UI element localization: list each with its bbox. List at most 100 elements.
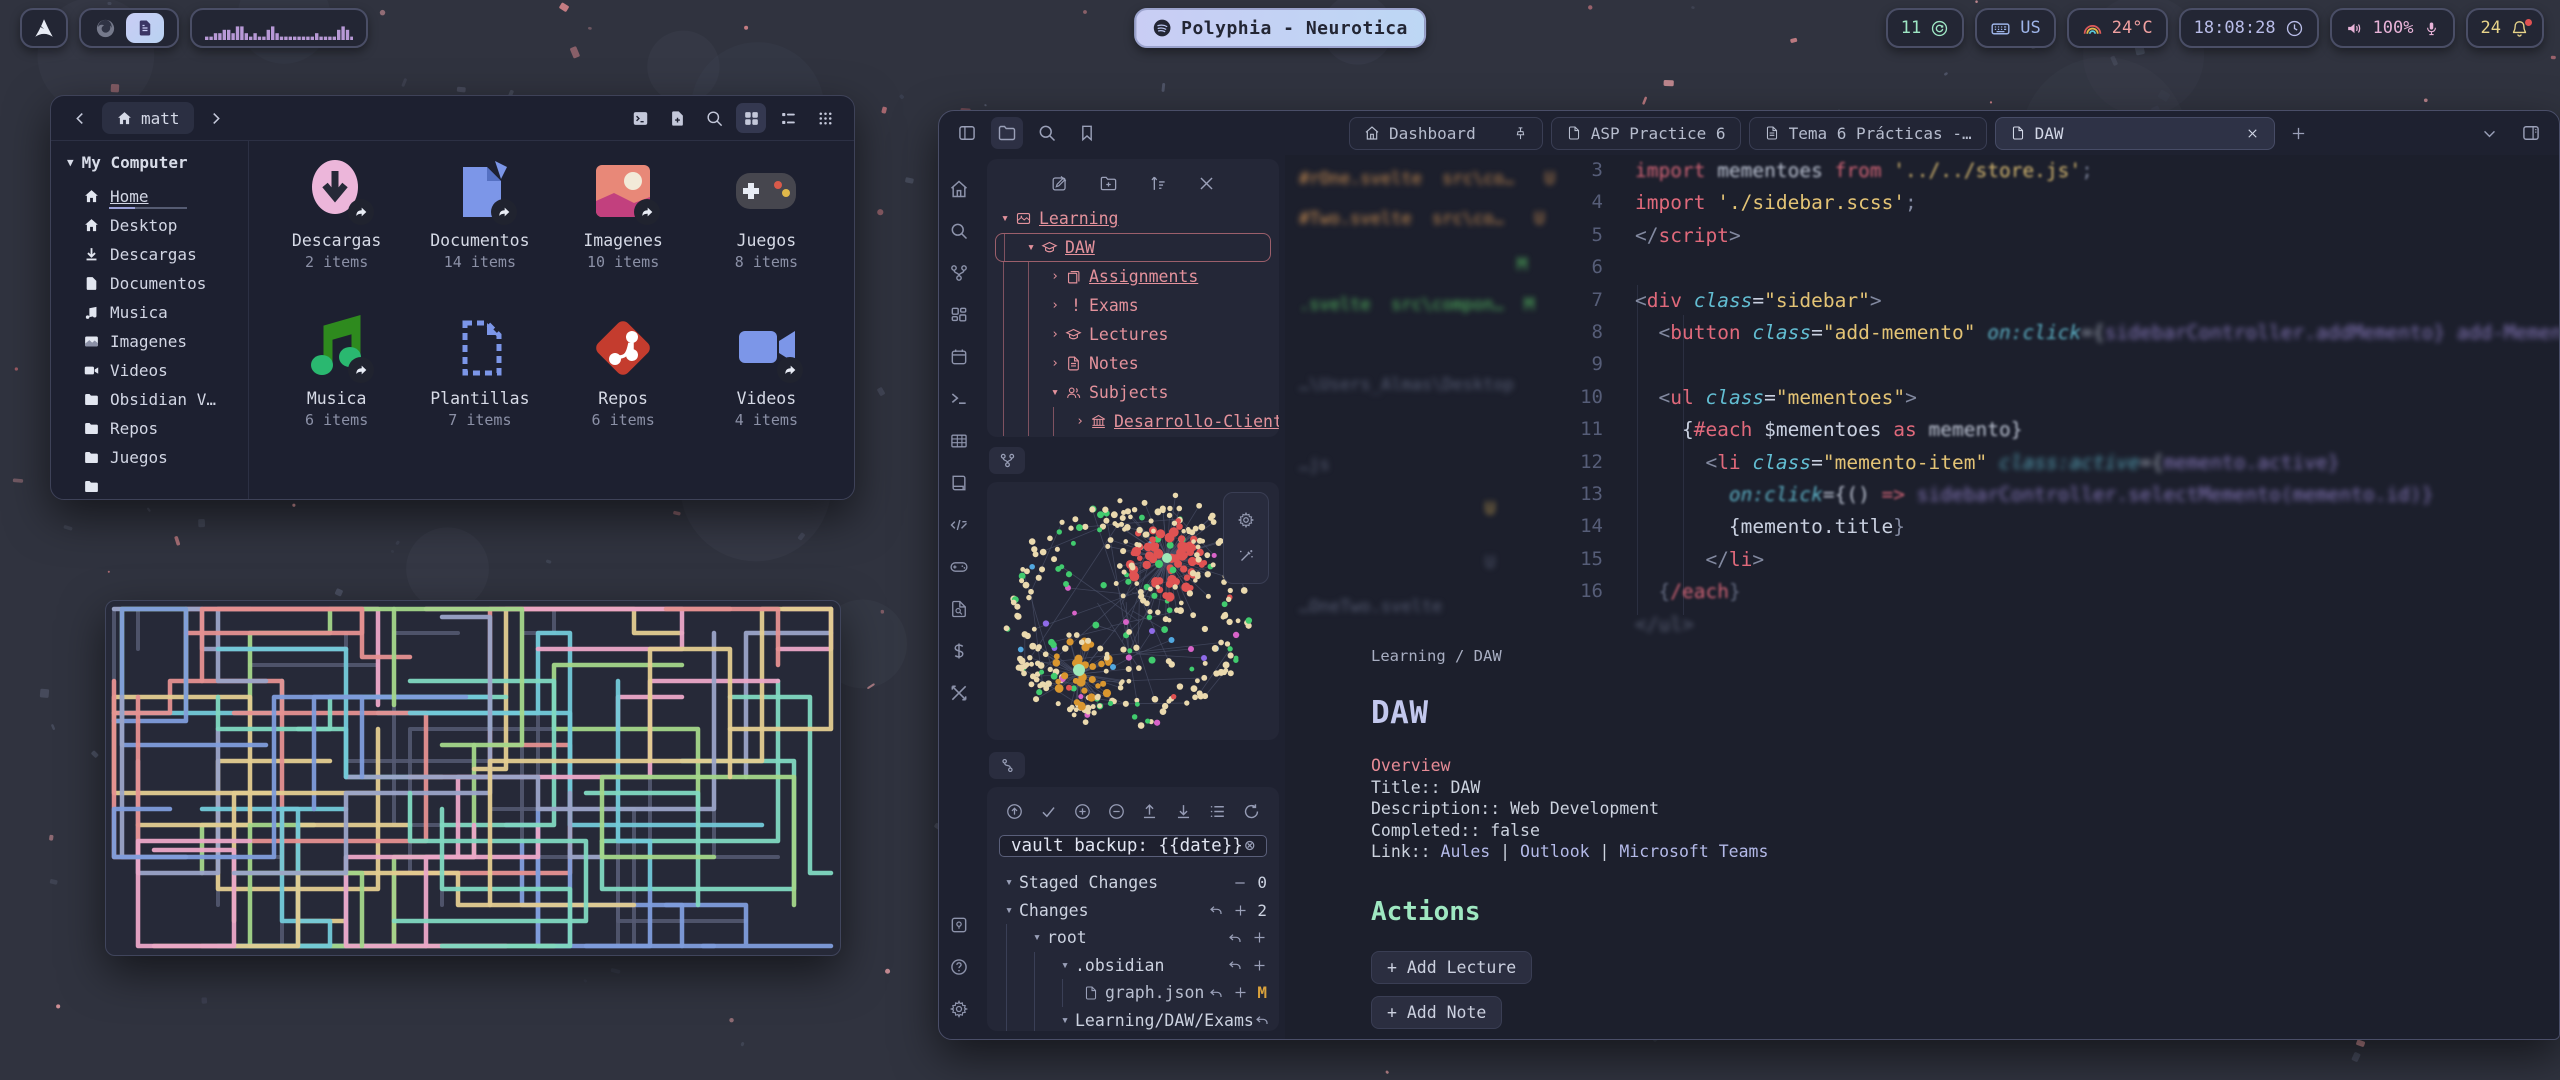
layout-icon[interactable]: [949, 305, 969, 325]
sidebar-item-home[interactable]: Home: [67, 182, 248, 211]
bookmarks-view-icon[interactable]: [1071, 117, 1103, 149]
keyboard-layout-widget[interactable]: US: [1975, 8, 2055, 48]
refresh-icon[interactable]: [1242, 802, 1261, 821]
link-teams[interactable]: Microsoft Teams: [1619, 842, 1768, 861]
graph-panel-tab-icon[interactable]: [989, 447, 1025, 474]
undo-icon[interactable]: [1208, 985, 1224, 1001]
clock-widget[interactable]: 18:08:28: [2179, 8, 2319, 48]
grid-item-plantillas[interactable]: Plantillas7 items: [408, 309, 551, 467]
sidebar-item-desktop[interactable]: Desktop: [67, 211, 248, 240]
launcher-button[interactable]: [20, 8, 68, 48]
wand-icon[interactable]: [1237, 547, 1255, 565]
discard-icon[interactable]: [1232, 875, 1248, 891]
dollar-icon[interactable]: [949, 641, 969, 661]
grid-item-videos[interactable]: Videos4 items: [695, 309, 838, 467]
undo-icon[interactable]: [1227, 957, 1243, 973]
weather-widget[interactable]: 24°C: [2067, 8, 2168, 48]
sidebar-item-obsidian-vault[interactable]: Obsidian V…: [67, 385, 248, 414]
collapse-all-icon[interactable]: [1197, 174, 1216, 193]
tools-icon[interactable]: [949, 683, 969, 703]
plus-icon[interactable]: [1233, 903, 1248, 918]
undo-icon[interactable]: [1227, 930, 1243, 946]
tree-item-exams[interactable]: ›!Exams: [995, 291, 1271, 320]
add-lecture-button[interactable]: + Add Lecture: [1371, 951, 1532, 984]
graph-view-panel[interactable]: [987, 482, 1279, 740]
unstage-all-icon[interactable]: [1107, 802, 1126, 821]
new-tab-button[interactable]: [2283, 117, 2315, 149]
link-outlook[interactable]: Outlook: [1520, 842, 1590, 861]
toggle-right-sidebar-icon[interactable]: [2515, 117, 2547, 149]
compact-view-button[interactable]: [810, 103, 840, 133]
grid-item-juegos[interactable]: Juegos8 items: [695, 151, 838, 309]
new-folder-icon[interactable]: [1099, 174, 1118, 193]
grid-item-musica[interactable]: Musica6 items: [265, 309, 408, 467]
git-row-graph-json[interactable]: graph.jsonM: [999, 979, 1267, 1007]
check-icon[interactable]: [1039, 802, 1058, 821]
vault-icon[interactable]: [949, 915, 969, 935]
help-icon[interactable]: [949, 957, 969, 977]
updates-widget[interactable]: 11: [1886, 8, 1964, 48]
tree-item-subjects[interactable]: ▾Subjects: [995, 378, 1271, 407]
tab-asp-practice-6[interactable]: ASP Practice 6: [1551, 117, 1741, 150]
grid-view-button[interactable]: [736, 103, 766, 133]
firefox-icon[interactable]: [94, 17, 117, 40]
search-button[interactable]: [699, 103, 729, 133]
search-view-icon[interactable]: [1031, 117, 1063, 149]
plus-icon[interactable]: [1233, 985, 1248, 1000]
sidebar-section-title[interactable]: ▼ My Computer: [67, 153, 248, 172]
terminal-icon[interactable]: [949, 389, 969, 409]
plus-icon[interactable]: [1252, 930, 1267, 945]
tree-item-learning[interactable]: ▾Learning: [995, 204, 1271, 233]
note-breadcrumb[interactable]: Learning / DAW: [1371, 647, 2471, 665]
files-view-icon[interactable]: [991, 117, 1023, 149]
sidebar-item-juegos[interactable]: Juegos: [67, 443, 248, 472]
sidebar-item-descargas[interactable]: Descargas: [67, 240, 248, 269]
commit-icon[interactable]: [1005, 802, 1024, 821]
tab-dashboard[interactable]: Dashboard: [1349, 117, 1543, 150]
tab-list-chevron-icon[interactable]: [2473, 117, 2505, 149]
settings-gear-icon[interactable]: [949, 999, 969, 1019]
search-icon[interactable]: [949, 221, 969, 241]
push-icon[interactable]: [1140, 802, 1159, 821]
clear-icon[interactable]: ⊗: [1244, 836, 1255, 856]
breadcrumb[interactable]: matt: [102, 102, 194, 134]
tree-item-notes[interactable]: ›Notes: [995, 349, 1271, 378]
git-row-changes[interactable]: ▾Changes2: [999, 897, 1267, 925]
toggle-left-sidebar-icon[interactable]: [951, 117, 983, 149]
tab-daw[interactable]: DAW: [1995, 117, 2275, 150]
close-icon[interactable]: [2245, 126, 2260, 141]
home-icon[interactable]: [949, 179, 969, 199]
git-row-root[interactable]: ▾root: [999, 924, 1267, 952]
grid-item-imagenes[interactable]: Imagenes10 items: [552, 151, 695, 309]
sort-icon[interactable]: [1148, 174, 1167, 193]
gamepad-icon[interactable]: [949, 557, 969, 577]
active-app-button[interactable]: [126, 13, 164, 43]
list-icon[interactable]: [1208, 802, 1227, 821]
plus-icon[interactable]: [1252, 958, 1267, 973]
sidebar-item-repos[interactable]: Repos: [67, 414, 248, 443]
tree-item-assignments[interactable]: ›Assignments: [995, 262, 1271, 291]
table-icon[interactable]: [949, 431, 969, 451]
grid-item-descargas[interactable]: Descargas2 items: [265, 151, 408, 309]
settings-gear-icon[interactable]: [1237, 511, 1255, 529]
stage-all-icon[interactable]: [1073, 802, 1092, 821]
file-search-icon[interactable]: [949, 599, 969, 619]
add-note-button[interactable]: + Add Note: [1371, 996, 1502, 1029]
pull-icon[interactable]: [1174, 802, 1193, 821]
graph-icon[interactable]: [949, 263, 969, 283]
volume-widget[interactable]: 100%: [2330, 8, 2455, 48]
sidebar-item-imagenes[interactable]: Imagenes: [67, 327, 248, 356]
sidebar-item-musica[interactable]: Musica: [67, 298, 248, 327]
book-icon[interactable]: [949, 473, 969, 493]
commit-message-input[interactable]: vault backup: {{date}} ⊗: [999, 835, 1267, 857]
notifications-widget[interactable]: 24: [2466, 8, 2544, 48]
tree-item-desarrollo-cliente[interactable]: ›Desarrollo-Cliente: [995, 407, 1271, 436]
list-view-button[interactable]: [773, 103, 803, 133]
tree-item-daw[interactable]: ▾DAW: [995, 233, 1271, 262]
undo-icon[interactable]: [1208, 902, 1224, 918]
grid-item-documentos[interactable]: Documentos14 items: [408, 151, 551, 309]
git-row-obsidian[interactable]: ▾.obsidian: [999, 952, 1267, 980]
forward-button[interactable]: [201, 103, 231, 133]
git-row-staged[interactable]: ▾Staged Changes0: [999, 869, 1267, 897]
git-row-exams[interactable]: ▾Learning/DAW/Exams: [999, 1007, 1267, 1032]
